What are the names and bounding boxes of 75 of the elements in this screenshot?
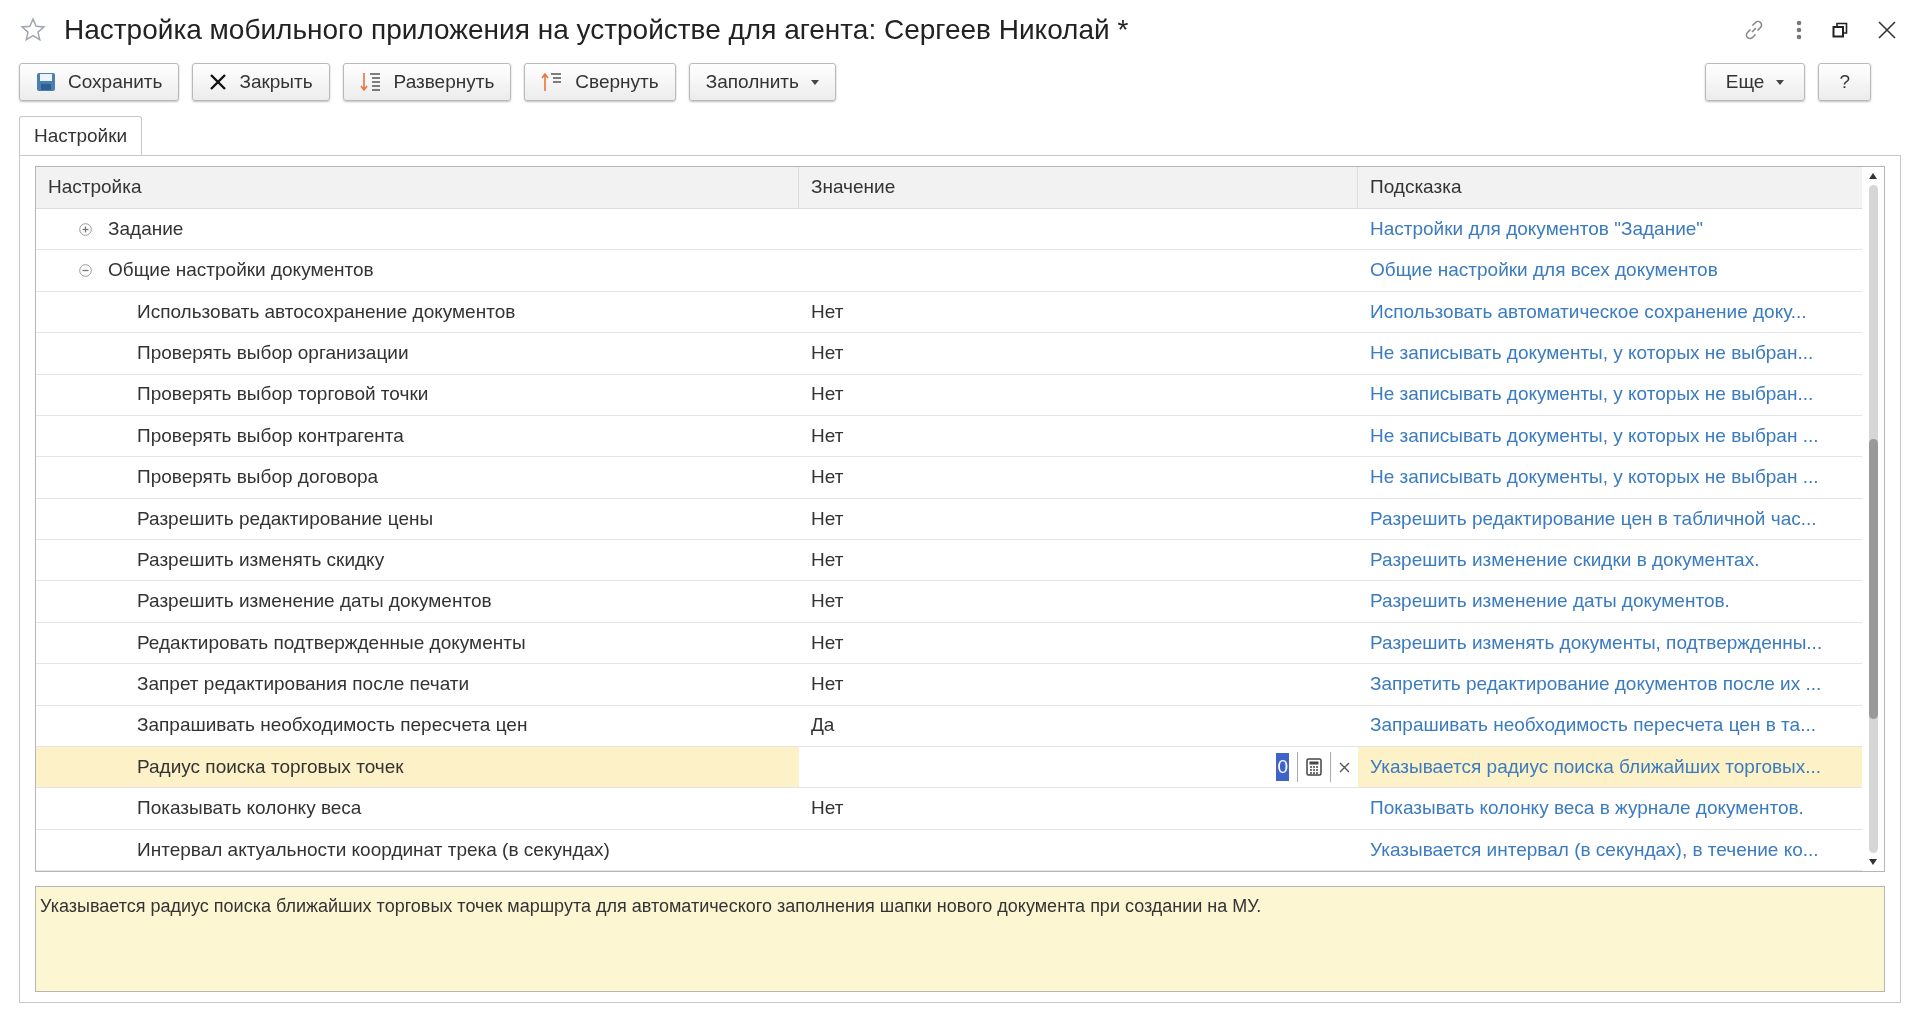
hint-text: Разрешить редактирование цен в табличной час... [1370,506,1817,531]
save-button[interactable]: Сохранить [19,63,180,101]
setting-name: Использовать автосохранение документов [137,299,516,324]
hint-text: Не записывать документы, у которых не выбран ... [1370,423,1819,448]
more-options-icon[interactable] [1796,20,1802,40]
setting-name: Проверять выбор контрагента [137,423,404,448]
hint-text: Разрешить изменение даты документов. [1370,589,1730,614]
hint-text: Запрашивать необходимость пересчета цен в та... [1370,713,1816,738]
setting-value: Нет [810,341,844,366]
hint-text: Настройки для документов "Задание" [1370,216,1704,241]
setting-value: Нет [810,547,844,572]
caret-icon [810,79,819,85]
hint-text: Не записывать документы, у которых не выбран ... [1370,465,1819,490]
tab[interactable]: Настройки [19,116,143,156]
scrollbar-thumb[interactable] [1868,438,1878,720]
hint-text: Разрешить изменять документы, подтвержденны... [1370,630,1823,655]
close-icon [209,73,228,91]
calculator-icon[interactable] [1306,758,1322,777]
expand-button[interactable]: Развернуть [342,63,512,101]
hint-text: Общие настройки для всех документов [1370,258,1718,283]
hint-text: Запретить редактирование документов после их ... [1370,672,1822,697]
close-icon[interactable] [1878,21,1896,39]
setting-value: Да [810,713,835,738]
setting-value: Нет [810,589,844,614]
star-icon[interactable] [20,17,46,43]
setting-name: Проверять выбор договора [137,465,379,490]
setting-name: Радиус поиска торговых точек [137,754,404,779]
window-title: Настройка мобильного приложения на устройстве для агента: Сергеев Николай * [64,13,1129,47]
setting-value: Нет [810,299,844,324]
column-header[interactable]: Подсказка [1358,167,1862,208]
setting-name: Запрет редактирования после печати [137,672,470,697]
column-header[interactable]: Значение [799,167,1358,208]
hint-text: Указывается интервал (в секундах), в течение ко... [1370,837,1819,862]
setting-value: Нет [810,506,844,531]
expand-toggle-icon[interactable] [79,222,92,236]
close-button[interactable]: Закрыть [192,63,330,101]
hint-text: Не записывать документы, у которых не выбран... [1370,341,1814,366]
table-row[interactable]: Радиус поиска торговых точек 0 Указывается радиус поиска ближайших торговых... [36,746,1862,789]
hint-text: Не записывать документы, у которых не выбран... [1370,382,1814,407]
setting-name: Показывать колонку веса [137,796,362,821]
arrow-up-list-icon [541,71,564,93]
setting-name: Задание [108,216,184,241]
setting-value: Нет [810,672,844,697]
hint-text: Разрешить изменение скидки в документах. [1370,547,1760,572]
hint-text: Указывается радиус поиска ближайших торговых... [1370,754,1822,779]
setting-value: Нет [810,796,844,821]
setting-name: Проверять выбор торговой точки [137,382,429,407]
setting-value: Нет [810,423,844,448]
caret-icon [1776,79,1785,85]
description-box: Указывается радиус поиска ближайших торговых точек маршрута для автоматического заполнения шапки нового документа при создании на МУ. [35,886,1885,992]
setting-value: Нет [810,465,844,490]
field-value: 0 [1276,752,1289,782]
setting-name: Интервал актуальности координат трека (в секундах) [137,837,610,862]
setting-name: Редактировать подтвержденные документы [137,630,526,655]
more-button[interactable]: Еще [1704,63,1806,101]
help-button[interactable]: ? [1818,63,1871,101]
fill-button[interactable]: Заполнить [688,63,836,101]
scroll-down-icon[interactable] [1869,859,1877,865]
setting-name: Запрашивать необходимость пересчета цен [137,713,528,738]
scroll-up-icon[interactable] [1869,173,1877,179]
arrow-down-list-icon [359,71,382,93]
hint-text: Использовать автоматическое сохранение доку... [1370,299,1807,324]
clear-icon[interactable] [1339,761,1350,773]
setting-name: Разрешить изменение даты документов [137,589,492,614]
setting-name: Общие настройки документов [108,258,374,283]
hint-text: Показывать колонку веса в журнале документов. [1370,796,1804,821]
column-header[interactable]: Настройка [36,167,799,208]
setting-name: Проверять выбор организации [137,341,409,366]
setting-value: Нет [810,382,844,407]
setting-name: Разрешить редактирование цены [137,506,434,531]
restore-window-icon[interactable] [1832,22,1848,38]
collapse-button[interactable]: Свернуть [524,63,676,101]
collapse-toggle-icon[interactable] [79,264,92,278]
setting-name: Разрешить изменять скидку [137,547,385,572]
setting-value: Нет [810,630,844,655]
